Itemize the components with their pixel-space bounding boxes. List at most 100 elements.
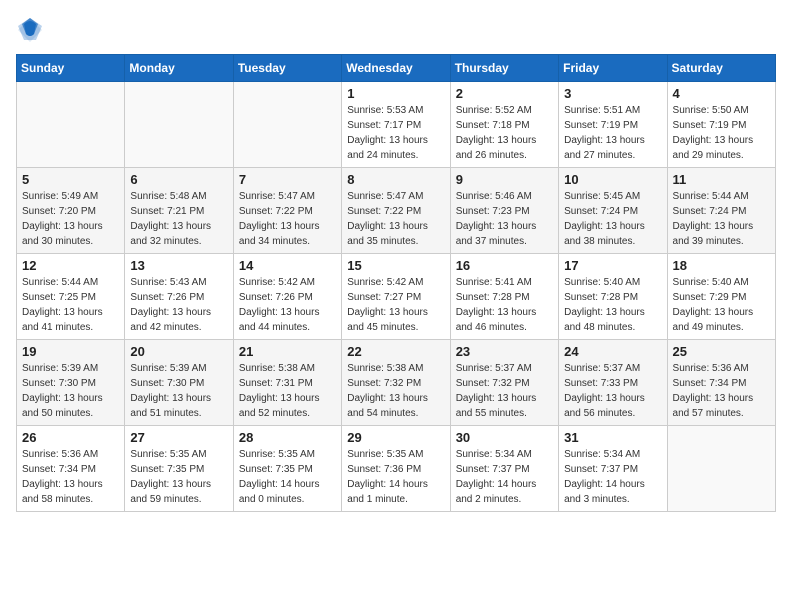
calendar-cell: 1 Sunrise: 5:53 AM Sunset: 7:17 PM Daylig… [342, 82, 450, 168]
day-number: 6 [130, 172, 227, 187]
day-info: Sunrise: 5:36 AM Sunset: 7:34 PM Dayligh… [22, 447, 119, 507]
day-number: 7 [239, 172, 336, 187]
calendar-week-row: 5 Sunrise: 5:49 AM Sunset: 7:20 PM Daylig… [17, 168, 776, 254]
calendar-cell: 7Sunrise: 5:47 AM Sunset: 7:22 PM Daylig… [233, 168, 341, 254]
day-info: Sunrise: 5:51 AM Sunset: 7:19 PM Dayligh… [564, 103, 661, 163]
day-number: 19 [22, 344, 119, 359]
day-info: Sunrise: 5:39 AM Sunset: 7:30 PM Dayligh… [22, 361, 119, 421]
calendar-cell: 12Sunrise: 5:44 AM Sunset: 7:25 PM Dayli… [17, 254, 125, 340]
day-number: 20 [130, 344, 227, 359]
day-number: 23 [456, 344, 553, 359]
day-number: 14 [239, 258, 336, 273]
day-header: Sunday [17, 55, 125, 82]
day-number: 4 [673, 86, 770, 101]
calendar-cell: 4 Sunrise: 5:50 AM Sunset: 7:19 PM Daylig… [667, 82, 775, 168]
calendar-cell [125, 82, 233, 168]
logo [16, 16, 48, 44]
day-header: Thursday [450, 55, 558, 82]
calendar-cell: 26 Sunrise: 5:36 AM Sunset: 7:34 PM Dayli… [17, 426, 125, 512]
day-number: 25 [673, 344, 770, 359]
calendar-cell: 20 Sunrise: 5:39 AM Sunset: 7:30 PM Dayli… [125, 340, 233, 426]
day-info: Sunrise: 5:47 AM Sunset: 7:22 PM Dayligh… [347, 189, 444, 249]
calendar-cell [667, 426, 775, 512]
day-header: Monday [125, 55, 233, 82]
day-info: Sunrise: 5:34 AM Sunset: 7:37 PM Dayligh… [564, 447, 661, 507]
day-header: Wednesday [342, 55, 450, 82]
calendar-cell: 17 Sunrise: 5:40 AM Sunset: 7:28 PM Dayli… [559, 254, 667, 340]
calendar-cell: 5 Sunrise: 5:49 AM Sunset: 7:20 PM Daylig… [17, 168, 125, 254]
calendar-cell [17, 82, 125, 168]
day-number: 29 [347, 430, 444, 445]
calendar-cell: 15 Sunrise: 5:42 AM Sunset: 7:27 PM Dayli… [342, 254, 450, 340]
day-number: 1 [347, 86, 444, 101]
day-number: 21 [239, 344, 336, 359]
day-info: Sunrise: 5:37 AM Sunset: 7:33 PM Dayligh… [564, 361, 661, 421]
day-number: 22 [347, 344, 444, 359]
day-number: 9 [456, 172, 553, 187]
calendar-cell: 27 Sunrise: 5:35 AM Sunset: 7:35 PM Dayli… [125, 426, 233, 512]
day-number: 2 [456, 86, 553, 101]
calendar-cell: 6 Sunrise: 5:48 AM Sunset: 7:21 PM Daylig… [125, 168, 233, 254]
day-info: Sunrise: 5:38 AM Sunset: 7:32 PM Dayligh… [347, 361, 444, 421]
day-info: Sunrise: 5:49 AM Sunset: 7:20 PM Dayligh… [22, 189, 119, 249]
calendar-week-row: 19 Sunrise: 5:39 AM Sunset: 7:30 PM Dayli… [17, 340, 776, 426]
calendar-cell: 9Sunrise: 5:46 AM Sunset: 7:23 PM Daylig… [450, 168, 558, 254]
calendar-cell: 18 Sunrise: 5:40 AM Sunset: 7:29 PM Dayli… [667, 254, 775, 340]
calendar-cell: 25Sunrise: 5:36 AM Sunset: 7:34 PM Dayli… [667, 340, 775, 426]
day-info: Sunrise: 5:35 AM Sunset: 7:36 PM Dayligh… [347, 447, 444, 507]
day-number: 13 [130, 258, 227, 273]
day-info: Sunrise: 5:53 AM Sunset: 7:17 PM Dayligh… [347, 103, 444, 163]
day-info: Sunrise: 5:45 AM Sunset: 7:24 PM Dayligh… [564, 189, 661, 249]
calendar-cell: 13 Sunrise: 5:43 AM Sunset: 7:26 PM Dayli… [125, 254, 233, 340]
day-number: 31 [564, 430, 661, 445]
day-info: Sunrise: 5:35 AM Sunset: 7:35 PM Dayligh… [130, 447, 227, 507]
day-number: 15 [347, 258, 444, 273]
calendar-cell: 31 Sunrise: 5:34 AM Sunset: 7:37 PM Dayli… [559, 426, 667, 512]
day-number: 5 [22, 172, 119, 187]
day-number: 26 [22, 430, 119, 445]
calendar-week-row: 1 Sunrise: 5:53 AM Sunset: 7:17 PM Daylig… [17, 82, 776, 168]
day-info: Sunrise: 5:38 AM Sunset: 7:31 PM Dayligh… [239, 361, 336, 421]
day-info: Sunrise: 5:42 AM Sunset: 7:27 PM Dayligh… [347, 275, 444, 335]
calendar-table: SundayMondayTuesdayWednesdayThursdayFrid… [16, 54, 776, 512]
calendar-cell [233, 82, 341, 168]
calendar-cell: 11 Sunrise: 5:44 AM Sunset: 7:24 PM Dayli… [667, 168, 775, 254]
calendar-cell: 10 Sunrise: 5:45 AM Sunset: 7:24 PM Dayli… [559, 168, 667, 254]
calendar-week-row: 12Sunrise: 5:44 AM Sunset: 7:25 PM Dayli… [17, 254, 776, 340]
day-number: 24 [564, 344, 661, 359]
day-info: Sunrise: 5:34 AM Sunset: 7:37 PM Dayligh… [456, 447, 553, 507]
day-info: Sunrise: 5:41 AM Sunset: 7:28 PM Dayligh… [456, 275, 553, 335]
day-info: Sunrise: 5:44 AM Sunset: 7:25 PM Dayligh… [22, 275, 119, 335]
day-number: 27 [130, 430, 227, 445]
day-number: 16 [456, 258, 553, 273]
calendar-cell: 29 Sunrise: 5:35 AM Sunset: 7:36 PM Dayli… [342, 426, 450, 512]
day-number: 3 [564, 86, 661, 101]
calendar-cell: 14 Sunrise: 5:42 AM Sunset: 7:26 PM Dayli… [233, 254, 341, 340]
calendar-cell: 28 Sunrise: 5:35 AM Sunset: 7:35 PM Dayli… [233, 426, 341, 512]
calendar-cell: 3 Sunrise: 5:51 AM Sunset: 7:19 PM Daylig… [559, 82, 667, 168]
day-info: Sunrise: 5:35 AM Sunset: 7:35 PM Dayligh… [239, 447, 336, 507]
day-number: 10 [564, 172, 661, 187]
day-number: 30 [456, 430, 553, 445]
calendar-week-row: 26 Sunrise: 5:36 AM Sunset: 7:34 PM Dayli… [17, 426, 776, 512]
day-info: Sunrise: 5:43 AM Sunset: 7:26 PM Dayligh… [130, 275, 227, 335]
day-info: Sunrise: 5:48 AM Sunset: 7:21 PM Dayligh… [130, 189, 227, 249]
day-number: 11 [673, 172, 770, 187]
day-header: Saturday [667, 55, 775, 82]
calendar-cell: 24 Sunrise: 5:37 AM Sunset: 7:33 PM Dayli… [559, 340, 667, 426]
day-info: Sunrise: 5:52 AM Sunset: 7:18 PM Dayligh… [456, 103, 553, 163]
day-number: 18 [673, 258, 770, 273]
day-info: Sunrise: 5:44 AM Sunset: 7:24 PM Dayligh… [673, 189, 770, 249]
day-number: 28 [239, 430, 336, 445]
day-number: 17 [564, 258, 661, 273]
calendar-cell: 19 Sunrise: 5:39 AM Sunset: 7:30 PM Dayli… [17, 340, 125, 426]
day-header: Tuesday [233, 55, 341, 82]
calendar-cell: 21 Sunrise: 5:38 AM Sunset: 7:31 PM Dayli… [233, 340, 341, 426]
day-info: Sunrise: 5:40 AM Sunset: 7:28 PM Dayligh… [564, 275, 661, 335]
day-info: Sunrise: 5:37 AM Sunset: 7:32 PM Dayligh… [456, 361, 553, 421]
day-info: Sunrise: 5:50 AM Sunset: 7:19 PM Dayligh… [673, 103, 770, 163]
day-info: Sunrise: 5:40 AM Sunset: 7:29 PM Dayligh… [673, 275, 770, 335]
calendar-cell: 23 Sunrise: 5:37 AM Sunset: 7:32 PM Dayli… [450, 340, 558, 426]
day-info: Sunrise: 5:42 AM Sunset: 7:26 PM Dayligh… [239, 275, 336, 335]
day-info: Sunrise: 5:39 AM Sunset: 7:30 PM Dayligh… [130, 361, 227, 421]
